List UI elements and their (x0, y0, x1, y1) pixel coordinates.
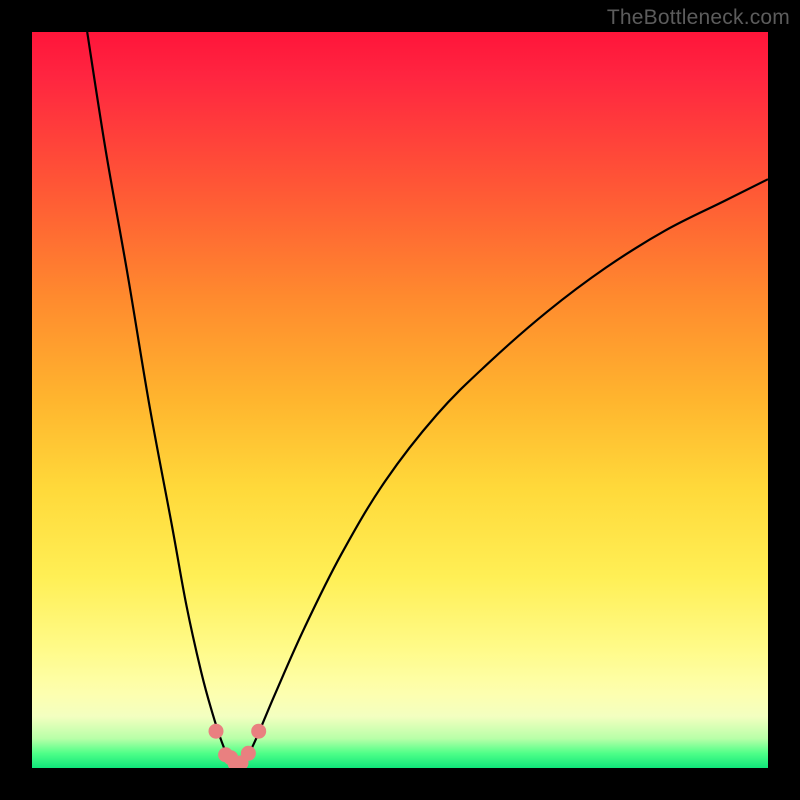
watermark-text: TheBottleneck.com (607, 6, 790, 30)
curve-right-branch (240, 179, 768, 766)
data-point-marker (252, 724, 266, 738)
curve-left-branch (87, 32, 234, 766)
outer-frame: TheBottleneck.com (0, 0, 800, 800)
chart-svg (32, 32, 768, 768)
data-point-marker (241, 746, 255, 760)
plot-area (32, 32, 768, 768)
data-point-marker (209, 724, 223, 738)
curve-layer (87, 32, 768, 766)
marker-layer (209, 724, 266, 768)
